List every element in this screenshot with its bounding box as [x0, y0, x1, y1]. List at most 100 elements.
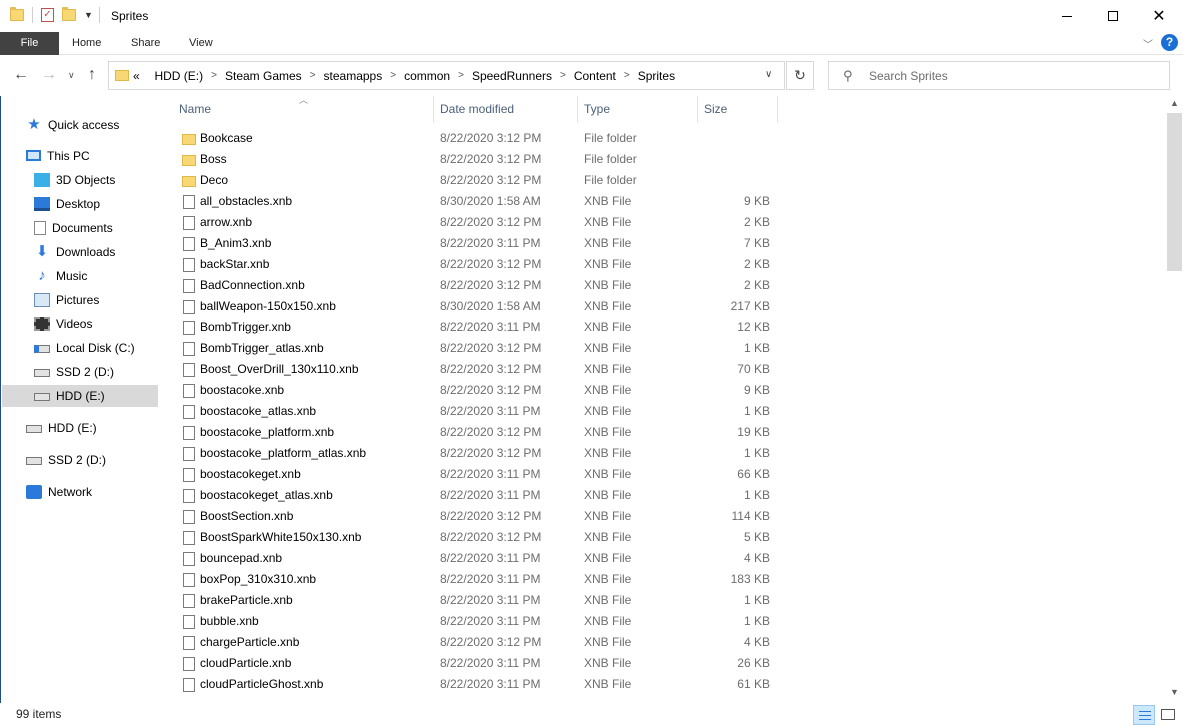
- large-icons-view-button[interactable]: [1158, 705, 1178, 725]
- file-row[interactable]: boostacokeget_atlas.xnb 8/22/2020 3:11 PM…: [178, 485, 778, 506]
- file-row[interactable]: Boost_OverDrill_130x110.xnb 8/22/2020 3:1…: [178, 359, 778, 380]
- file-row[interactable]: backStar.xnb 8/22/2020 3:12 PM XNB File 2 K…: [178, 254, 778, 275]
- chevron-right-icon[interactable]: >: [310, 70, 316, 83]
- scrollbar-thumb[interactable]: [1167, 113, 1182, 271]
- expand-ribbon-icon[interactable]: ﹀: [1143, 36, 1153, 51]
- file-row[interactable]: boostacoke_platform.xnb 8/22/2020 3:12 PM…: [178, 422, 778, 443]
- nav-desktop[interactable]: Desktop: [34, 193, 100, 215]
- tab-home[interactable]: Home: [72, 32, 101, 55]
- nav-pictures[interactable]: Pictures: [34, 289, 99, 311]
- nav-downloads[interactable]: ⬇ Downloads: [34, 241, 116, 263]
- refresh-button[interactable]: ↻: [786, 61, 814, 90]
- chevron-right-icon[interactable]: >: [211, 70, 217, 83]
- column-divider[interactable]: [577, 96, 578, 123]
- properties-icon[interactable]: ✓: [41, 8, 54, 22]
- minimize-button[interactable]: [1044, 0, 1090, 32]
- file-date-modified: 8/22/2020 3:11 PM: [440, 404, 541, 418]
- file-row[interactable]: BoostSparkWhite150x130.xnb 8/22/2020 3:12…: [178, 527, 778, 548]
- chevron-right-icon[interactable]: >: [458, 70, 464, 83]
- nav-music[interactable]: ♪ Music: [34, 265, 87, 287]
- details-view-button[interactable]: [1133, 705, 1155, 725]
- column-divider[interactable]: [777, 96, 778, 123]
- nav-videos[interactable]: Videos: [34, 313, 92, 335]
- file-row[interactable]: BombTrigger_atlas.xnb 8/22/2020 3:12 PM XN…: [178, 338, 778, 359]
- breadcrumb-steam-games[interactable]: Steam Games: [225, 69, 302, 83]
- file-row[interactable]: brakeParticle.xnb 8/22/2020 3:11 PM XNB Fi…: [178, 590, 778, 611]
- file-type: XNB File: [584, 278, 632, 292]
- file-icon: [183, 531, 195, 545]
- back-button[interactable]: ←: [13, 66, 29, 84]
- up-button[interactable]: ↑: [88, 66, 96, 84]
- sort-ascending-icon: ︿: [299, 95, 309, 105]
- customize-toolbar-dropdown-icon[interactable]: ▼: [84, 10, 93, 20]
- file-row[interactable]: cloudParticle.xnb 8/22/2020 3:11 PM XNB Fi…: [178, 653, 778, 674]
- file-row[interactable]: boxPop_310x310.xnb 8/22/2020 3:11 PM XNB F…: [178, 569, 778, 590]
- breadcrumb-content[interactable]: Content: [574, 69, 616, 83]
- nav-label: HDD (E:): [48, 421, 97, 435]
- new-folder-icon[interactable]: [62, 7, 76, 21]
- nav-network[interactable]: Network: [26, 481, 92, 503]
- nav-hdd-e[interactable]: HDD (E:): [26, 417, 97, 439]
- close-button[interactable]: ✕: [1136, 0, 1182, 32]
- folder-row[interactable]: Bookcase 8/22/2020 3:12 PM File folder: [178, 128, 778, 149]
- file-row[interactable]: boostacoke_atlas.xnb 8/22/2020 3:11 PM XNB…: [178, 401, 778, 422]
- nav-hdd-e-selected[interactable]: HDD (E:): [2, 385, 158, 407]
- file-row[interactable]: cloudParticleGhost.xnb 8/22/2020 3:11 PM X…: [178, 674, 778, 695]
- column-type[interactable]: Type: [584, 102, 610, 116]
- file-row[interactable]: boostacoke_platform_atlas.xnb 8/22/2020 3…: [178, 443, 778, 464]
- file-row[interactable]: boostacoke.xnb 8/22/2020 3:12 PM XNB File 9…: [178, 380, 778, 401]
- maximize-icon: [1108, 11, 1118, 21]
- nav-documents[interactable]: Documents: [34, 217, 113, 239]
- column-date-modified[interactable]: Date modified: [440, 102, 514, 116]
- file-row[interactable]: all_obstacles.xnb 8/30/2020 1:58 AM XNB Fi…: [178, 191, 778, 212]
- file-date-modified: 8/22/2020 3:11 PM: [440, 656, 541, 670]
- search-box[interactable]: ⚲: [828, 61, 1170, 90]
- nav-label: Videos: [56, 317, 93, 331]
- file-row[interactable]: bouncepad.xnb 8/22/2020 3:11 PM XNB File 4 …: [178, 548, 778, 569]
- scroll-up-icon[interactable]: ▲: [1170, 98, 1179, 108]
- refresh-icon: ↻: [794, 67, 806, 83]
- chevron-right-icon[interactable]: >: [560, 70, 566, 83]
- maximize-button[interactable]: [1090, 0, 1136, 32]
- breadcrumb-sprites[interactable]: Sprites: [638, 69, 675, 83]
- tab-view[interactable]: View: [189, 32, 213, 55]
- search-input[interactable]: [869, 68, 1159, 84]
- file-row[interactable]: BoostSection.xnb 8/22/2020 3:12 PM XNB Fil…: [178, 506, 778, 527]
- nav-local-disk-c[interactable]: Local Disk (C:): [34, 337, 135, 359]
- tab-share[interactable]: Share: [131, 32, 160, 55]
- column-divider[interactable]: [697, 96, 698, 123]
- breadcrumb-speedrunners[interactable]: SpeedRunners: [472, 69, 552, 83]
- breadcrumb-steamapps[interactable]: steamapps: [324, 69, 383, 83]
- breadcrumb-overflow[interactable]: «: [133, 69, 140, 83]
- file-row[interactable]: BadConnection.xnb 8/22/2020 3:12 PM XNB Fi…: [178, 275, 778, 296]
- forward-button[interactable]: →: [41, 66, 57, 84]
- chevron-right-icon[interactable]: >: [624, 70, 630, 83]
- nav-3d-objects[interactable]: 3D Objects: [34, 169, 115, 191]
- column-divider[interactable]: [433, 96, 434, 123]
- file-row[interactable]: boostacokeget.xnb 8/22/2020 3:11 PM XNB Fi…: [178, 464, 778, 485]
- file-row[interactable]: chargeParticle.xnb 8/22/2020 3:12 PM XNB F…: [178, 632, 778, 653]
- vertical-scrollbar[interactable]: ▲ ▼: [1166, 96, 1183, 703]
- nav-ssd2-d[interactable]: SSD 2 (D:): [34, 361, 114, 383]
- column-name[interactable]: Name: [179, 102, 211, 116]
- file-row[interactable]: bubble.xnb 8/22/2020 3:11 PM XNB File 1 KB: [178, 611, 778, 632]
- address-history-dropdown-icon[interactable]: ∨: [765, 69, 772, 80]
- scroll-down-icon[interactable]: ▼: [1170, 687, 1179, 697]
- column-size[interactable]: Size: [704, 102, 727, 116]
- chevron-right-icon[interactable]: >: [390, 70, 396, 83]
- file-row[interactable]: BombTrigger.xnb 8/22/2020 3:11 PM XNB File…: [178, 317, 778, 338]
- file-row[interactable]: ballWeapon-150x150.xnb 8/30/2020 1:58 AM X…: [178, 296, 778, 317]
- nav-this-pc[interactable]: This PC: [26, 145, 90, 167]
- help-icon[interactable]: ?: [1161, 34, 1178, 51]
- breadcrumb-hdd[interactable]: HDD (E:): [154, 69, 203, 83]
- nav-ssd2-d-root[interactable]: SSD 2 (D:): [26, 449, 106, 471]
- breadcrumb-common[interactable]: common: [404, 69, 450, 83]
- address-bar[interactable]: « HDD (E:) > Steam Games > steamapps > c…: [108, 61, 785, 90]
- folder-row[interactable]: Boss 8/22/2020 3:12 PM File folder: [178, 149, 778, 170]
- tab-file[interactable]: File: [0, 32, 59, 55]
- folder-row[interactable]: Deco 8/22/2020 3:12 PM File folder: [178, 170, 778, 191]
- file-row[interactable]: B_Anim3.xnb 8/22/2020 3:11 PM XNB File 7 KB: [178, 233, 778, 254]
- recent-locations-button[interactable]: ∨: [68, 70, 75, 81]
- nav-quick-access[interactable]: ★ Quick access: [26, 114, 119, 136]
- file-row[interactable]: arrow.xnb 8/22/2020 3:12 PM XNB File 2 KB: [178, 212, 778, 233]
